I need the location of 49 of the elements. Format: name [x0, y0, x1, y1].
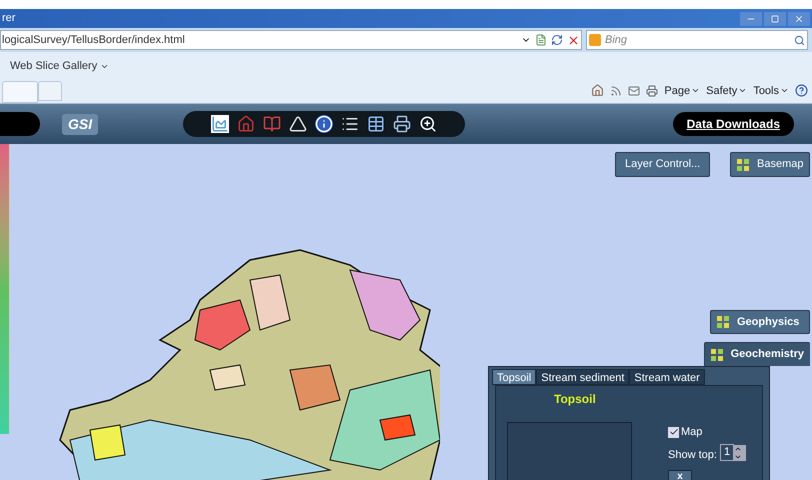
logo: GSI: [62, 114, 98, 134]
favorites-item[interactable]: Web Slice Gallery: [10, 58, 110, 74]
clear-button[interactable]: x: [668, 470, 692, 480]
close-button[interactable]: [788, 12, 810, 26]
table-icon[interactable]: [367, 115, 386, 133]
home-icon[interactable]: [591, 84, 604, 98]
printer-icon[interactable]: [393, 115, 412, 133]
command-menu[interactable]: Page: [664, 82, 700, 99]
command-menu[interactable]: Tools: [753, 82, 789, 99]
url-text: logicalSurvey/TellusBorder/index.html: [2, 32, 185, 48]
header-pill: [0, 112, 40, 136]
info-icon[interactable]: [315, 115, 334, 133]
search-icon[interactable]: [794, 34, 805, 46]
maximize-button[interactable]: [764, 12, 786, 26]
page-icon[interactable]: [535, 34, 547, 46]
maximize-icon: [771, 14, 779, 22]
panel-tab[interactable]: Stream sediment: [536, 369, 630, 385]
map-checkbox[interactable]: Map: [668, 424, 702, 440]
panel-title: Topsoil: [554, 391, 596, 408]
book-icon[interactable]: [263, 115, 282, 133]
list-icon[interactable]: [341, 115, 360, 133]
stop-icon[interactable]: [567, 34, 580, 46]
basemap-button[interactable]: Basemap: [730, 152, 810, 177]
grid-icon: [717, 316, 729, 328]
refresh-icon[interactable]: [551, 34, 563, 46]
grid-icon: [710, 348, 723, 360]
side-tab-button[interactable]: Geophysics: [710, 310, 810, 334]
side-tab-button[interactable]: Geochemistry: [704, 342, 810, 366]
help-icon[interactable]: [795, 84, 808, 98]
grid-icon: [737, 158, 749, 170]
search-engine-icon: [589, 34, 601, 46]
show-top-label: Show top:: [668, 448, 717, 463]
house-icon[interactable]: [237, 115, 256, 133]
panel-tab[interactable]: Topsoil: [492, 369, 536, 385]
layer-control-button[interactable]: Layer Control...: [615, 152, 710, 177]
print-icon[interactable]: [646, 84, 658, 97]
command-menu[interactable]: Safety: [706, 82, 748, 99]
window-title: rer: [2, 11, 16, 26]
search-field[interactable]: Bing: [586, 30, 808, 50]
mail-icon[interactable]: [628, 84, 640, 97]
feed-icon[interactable]: [610, 84, 622, 97]
check-icon: [668, 427, 678, 438]
zoom-icon[interactable]: [419, 115, 438, 133]
panel-tab[interactable]: Stream water: [629, 369, 705, 385]
chart-icon[interactable]: [211, 115, 230, 133]
address-field[interactable]: logicalSurvey/TellusBorder/index.html: [0, 30, 582, 50]
close-icon: [794, 14, 804, 24]
search-input[interactable]: Bing: [605, 32, 790, 48]
data-downloads-button[interactable]: Data Downloads: [672, 112, 794, 136]
